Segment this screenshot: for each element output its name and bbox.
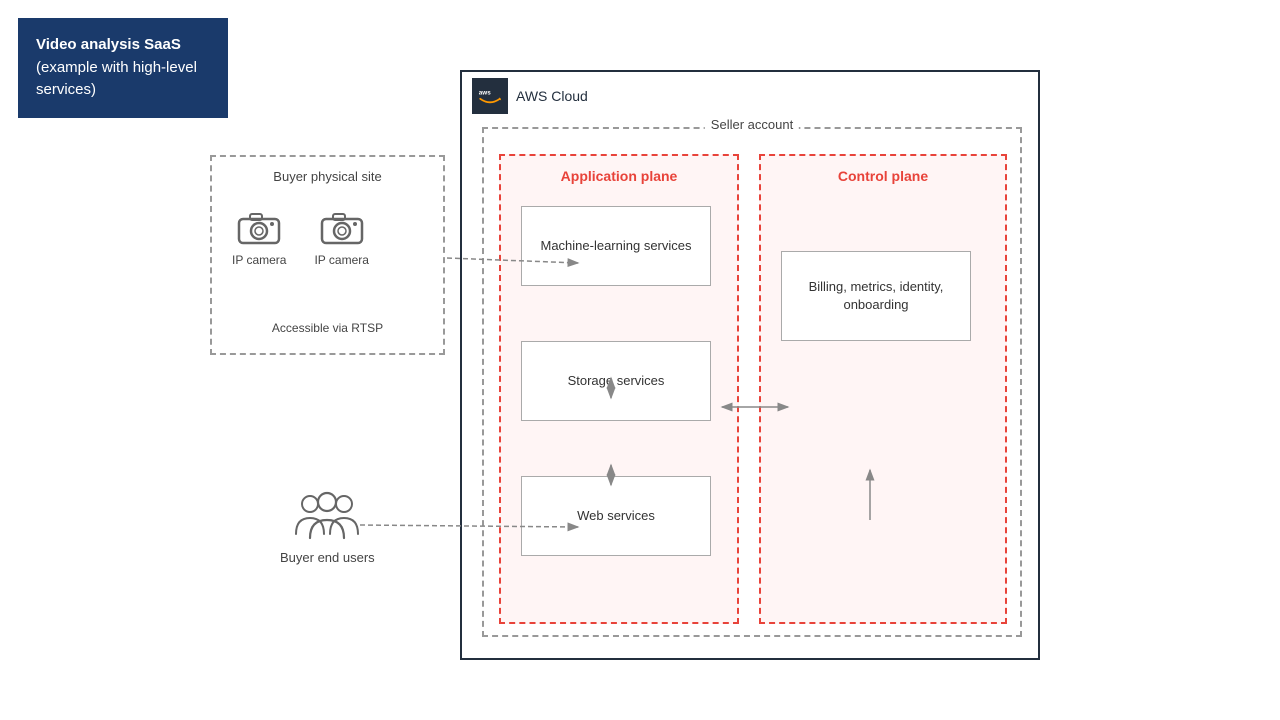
camera-item-1: IP camera — [232, 207, 286, 267]
buyer-users-container: Buyer end users — [280, 490, 375, 565]
storage-services-label: Storage services — [568, 372, 665, 390]
svg-text:aws: aws — [479, 90, 491, 97]
camera-icon-2 — [317, 207, 367, 247]
application-plane-box: Application plane Machine-learning servi… — [499, 154, 739, 624]
buyer-users-label: Buyer end users — [280, 550, 375, 565]
title-line1: Video analysis SaaS (example with high-l… — [36, 36, 197, 98]
control-plane-box: Control plane Billing, metrics, identity… — [759, 154, 1007, 624]
aws-header: aws AWS Cloud — [462, 72, 1038, 120]
camera-item-2: IP camera — [314, 207, 368, 267]
web-services-label: Web services — [577, 507, 655, 525]
users-icon — [292, 490, 362, 542]
control-plane-label: Control plane — [838, 168, 928, 184]
camera1-label: IP camera — [232, 253, 286, 267]
seller-account-label: Seller account — [705, 117, 799, 132]
web-services-box: Web services — [521, 476, 711, 556]
buyer-site-label: Buyer physical site — [273, 169, 381, 184]
camera-row: IP camera IP camera — [232, 207, 369, 267]
title-box: Video analysis SaaS (example with high-l… — [18, 18, 228, 118]
application-plane-label: Application plane — [561, 168, 678, 184]
ml-services-label: Machine-learning services — [540, 237, 691, 255]
camera-icon-1 — [234, 207, 284, 247]
camera2-label: IP camera — [314, 253, 368, 267]
billing-box: Billing, metrics, identity, onboarding — [781, 251, 971, 341]
aws-logo: aws — [472, 78, 508, 114]
aws-cloud-label: AWS Cloud — [516, 88, 588, 104]
storage-services-box: Storage services — [521, 341, 711, 421]
ml-services-box: Machine-learning services — [521, 206, 711, 286]
buyer-site-box: Buyer physical site IP camera IP camera — [210, 155, 445, 355]
seller-account-box: Seller account Application plane Machine… — [482, 127, 1022, 637]
rtsp-label: Accessible via RTSP — [272, 321, 383, 335]
billing-label: Billing, metrics, identity, onboarding — [790, 278, 962, 314]
aws-cloud-container: aws AWS Cloud Seller account Application… — [460, 70, 1040, 660]
